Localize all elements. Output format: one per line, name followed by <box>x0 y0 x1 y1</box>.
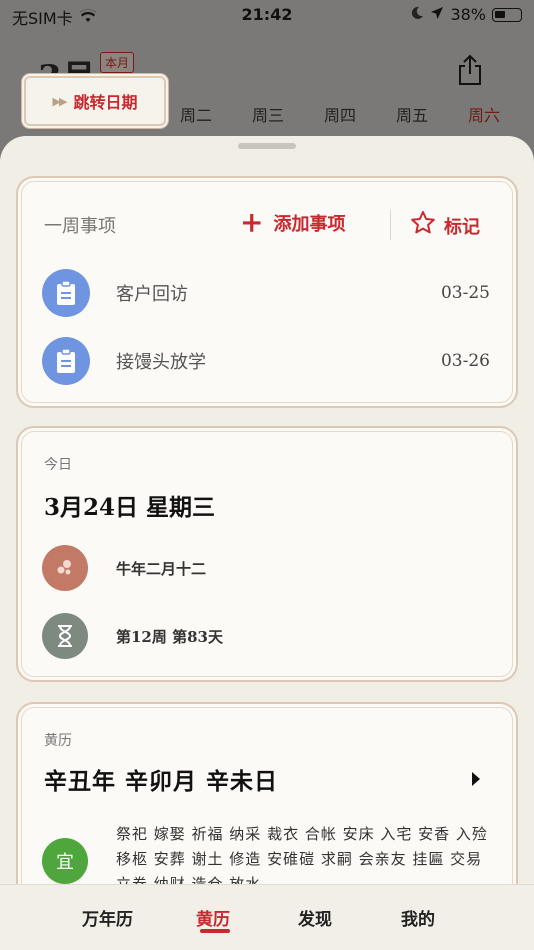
todo-item[interactable]: 接馒头放学 03-26 <box>42 336 490 386</box>
almanac-label: 黄历 <box>44 733 72 749</box>
weekly-card-title: 一周事项 <box>44 216 116 237</box>
moon-icon <box>410 5 424 24</box>
lunar-icon <box>42 545 88 591</box>
tab-almanac[interactable]: 黄历 <box>196 905 230 930</box>
weekday-wed: 周三 <box>251 106 284 125</box>
bottom-sheet: 一周事项 + 添加事项 标记 客户回访 03-25 接馒头放学 03-26 今日… <box>0 136 534 912</box>
tab-mine[interactable]: 我的 <box>401 905 435 930</box>
todo-date: 03-25 <box>440 283 490 303</box>
tab-calendar[interactable]: 万年历 <box>82 905 133 930</box>
week-info: 第12周 第83天 <box>116 627 223 646</box>
todo-label: 接馒头放学 <box>116 352 206 373</box>
week-info-row: 第12周 第83天 <box>42 612 223 660</box>
mark-label: 标记 <box>444 216 480 238</box>
todo-item[interactable]: 客户回访 03-25 <box>42 268 490 318</box>
weekday-tue: 周二 <box>179 106 212 125</box>
battery-percent: 38% <box>450 5 486 24</box>
today-label: 今日 <box>44 457 72 473</box>
add-item-label: 添加事项 <box>273 214 346 235</box>
chevron-right-icon[interactable] <box>472 772 480 786</box>
weekday-row: 周二 周三 周四 周五 周六 <box>160 102 520 126</box>
share-icon[interactable] <box>456 54 484 86</box>
weekly-items-card: 一周事项 + 添加事项 标记 客户回访 03-25 接馒头放学 03-26 <box>16 176 518 408</box>
weekly-card-header: 一周事项 + 添加事项 标记 <box>44 206 490 242</box>
weekday-sat: 周六 <box>467 106 500 125</box>
divider <box>390 210 391 240</box>
today-card[interactable]: 今日 3月24日 星期三 牛年二月十二 第12周 第83天 <box>16 426 518 682</box>
weekday-thu: 周四 <box>323 106 356 125</box>
status-right: 38% <box>410 5 522 24</box>
almanac-card[interactable]: 黄历 辛丑年 辛卯月 辛未日 宜 祭祀 嫁娶 祈福 纳采 裁衣 合帐 安床 入宅… <box>16 702 518 912</box>
status-bar: 无SIM卡 21:42 38% <box>0 0 534 30</box>
fast-forward-icon: ▶▶ <box>52 94 68 108</box>
lunar-date: 牛年二月十二 <box>116 559 207 578</box>
add-item-button[interactable]: + 添加事项 <box>240 206 346 239</box>
lunar-date-row: 牛年二月十二 <box>42 544 206 592</box>
plus-icon: + <box>240 206 264 239</box>
star-icon <box>410 210 436 241</box>
battery-icon <box>492 7 522 22</box>
location-icon <box>430 5 444 24</box>
tab-bar: 万年历 黄历 发现 我的 <box>0 884 534 950</box>
yi-badge: 宜 <box>42 838 88 884</box>
jump-date-label: 跳转日期 <box>73 93 138 112</box>
tab-discover[interactable]: 发现 <box>298 905 332 930</box>
sheet-handle[interactable] <box>238 143 296 149</box>
weekday-fri: 周五 <box>395 106 428 125</box>
mark-button[interactable]: 标记 <box>410 210 480 241</box>
todo-date: 03-26 <box>440 351 490 371</box>
jump-date-button[interactable]: ▶▶ 跳转日期 <box>24 76 166 126</box>
ganzhi-date: 辛丑年 辛卯月 辛未日 <box>44 768 279 795</box>
active-tab-indicator <box>200 929 230 933</box>
today-date: 3月24日 星期三 <box>44 494 216 521</box>
hourglass-icon <box>42 613 88 659</box>
todo-label: 客户回访 <box>116 284 188 305</box>
clipboard-icon <box>42 337 90 385</box>
clipboard-icon <box>42 269 90 317</box>
this-month-badge[interactable]: 本月 <box>100 52 135 73</box>
